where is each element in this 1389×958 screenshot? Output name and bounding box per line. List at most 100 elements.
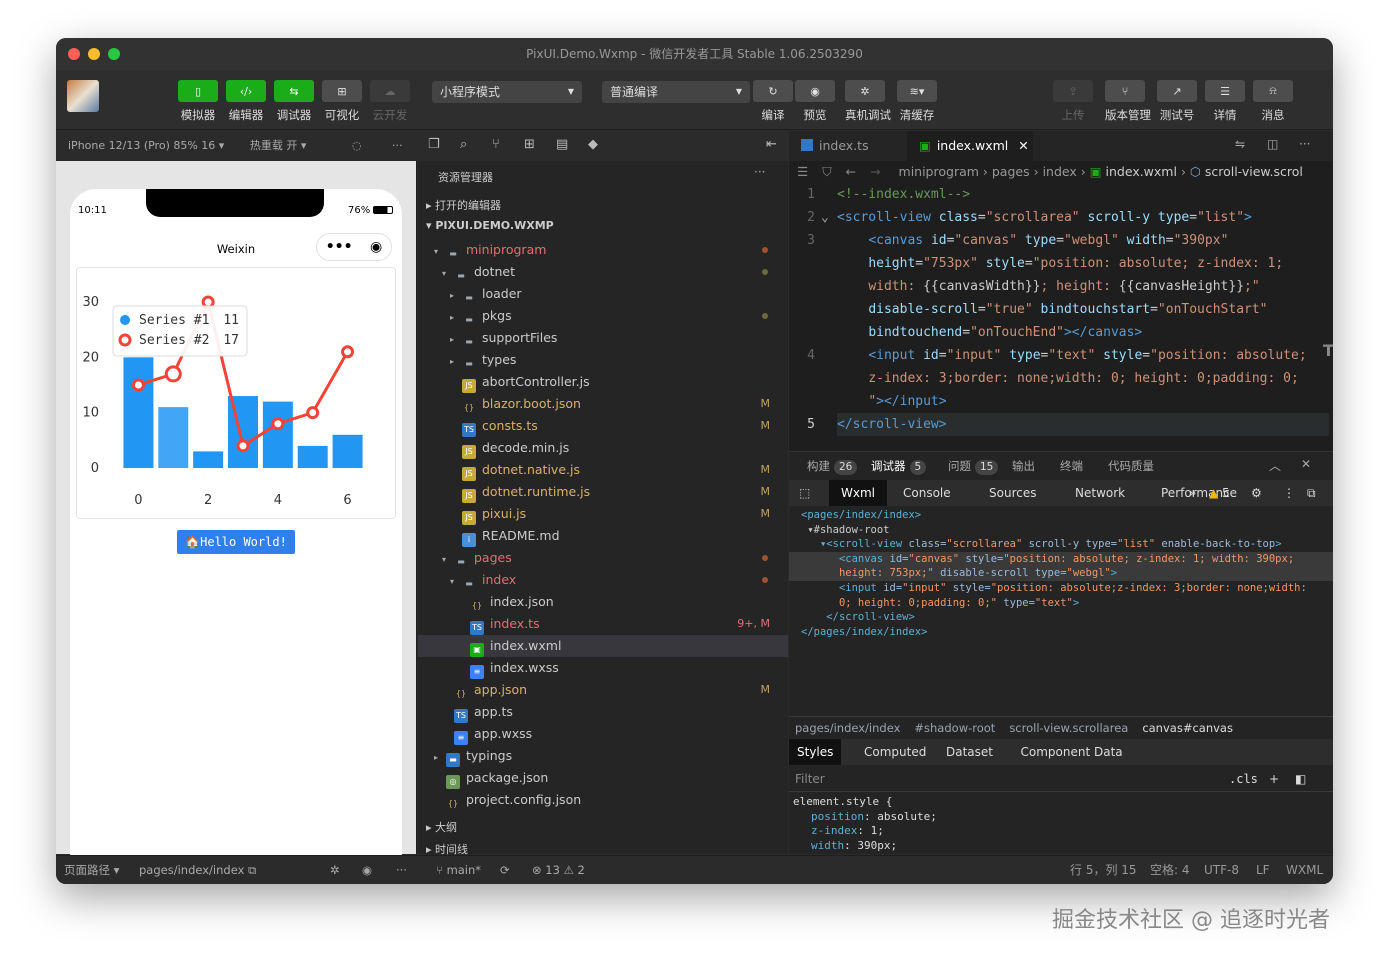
code-line[interactable]: "></input> [837, 390, 946, 413]
crumb-index[interactable]: index [1043, 164, 1077, 179]
hot-reload-toggle[interactable]: 热重载 开 ▾ [250, 139, 307, 152]
panel-tab[interactable]: 问题 15 [948, 452, 999, 480]
fold-icon[interactable]: ⌄ [821, 206, 829, 229]
eol[interactable]: LF [1256, 856, 1270, 884]
panel-tab[interactable]: 输出 [1012, 452, 1035, 480]
more-icon[interactable]: ··· [754, 165, 765, 179]
extensions-icon[interactable]: ⊞ [524, 137, 535, 152]
test-account-button[interactable]: ↗ 测试号 [1157, 80, 1197, 123]
warning-count[interactable]: ▲ 5 [1209, 480, 1230, 506]
close-icon[interactable]: ✕ [1301, 457, 1311, 471]
chart[interactable]: 0 10 20 30 0 2 4 6 Series #1 11 Series #2 17 [77, 268, 397, 520]
dom-crumb[interactable]: scroll-view.scrollarea [1009, 721, 1128, 735]
cls-toggle[interactable]: .cls [1229, 766, 1258, 792]
indent-setting[interactable]: 空格: 4 [1150, 856, 1190, 884]
cloud-dev-button[interactable]: ☁ 云开发 [370, 80, 410, 123]
tree-item[interactable]: ◎ package.json [418, 767, 788, 789]
more-icon[interactable]: ··· [1299, 137, 1310, 151]
dock-icon[interactable]: ⧉ [1307, 480, 1316, 506]
tree-item[interactable]: {} blazor.boot.json M [418, 393, 788, 415]
dom-node[interactable]: </scroll-view> [789, 610, 1333, 625]
tree-item[interactable]: {} app.json M [418, 679, 788, 701]
encoding[interactable]: UTF-8 [1204, 856, 1239, 884]
style-rule[interactable]: position: absolute; [789, 810, 1333, 825]
preview-button[interactable]: ◉ 预览 [795, 80, 835, 123]
tree-item[interactable]: ▾ ▬ index [418, 569, 788, 591]
visual-button[interactable]: ⊞ 可视化 [322, 80, 362, 123]
save-icon[interactable]: ▤ [556, 137, 568, 152]
language-mode[interactable]: WXML [1286, 856, 1323, 884]
bug-icon[interactable]: ✲ [330, 856, 340, 884]
upload-button[interactable]: ⇪ 上传 [1053, 80, 1093, 123]
search-icon[interactable]: ⌕ [460, 137, 467, 152]
code-line[interactable]: z-index: 3;border: none;width: 0; height… [837, 367, 1298, 390]
more-icon[interactable]: ··· [392, 131, 403, 161]
device-select[interactable]: iPhone 12/13 (Pro) 85% 16 ▾ [68, 139, 224, 152]
tree-item[interactable]: ≡ index.wxss [418, 657, 788, 679]
tree-item[interactable]: {} project.config.json [418, 789, 788, 811]
files-icon[interactable]: ❐ [428, 137, 440, 152]
panel-tab[interactable]: 终端 [1060, 452, 1083, 480]
tree-item[interactable]: JS abortController.js [418, 371, 788, 393]
tab-index-ts[interactable]: index.ts [789, 131, 907, 161]
tree-item[interactable]: {} index.json [418, 591, 788, 613]
add-icon[interactable]: + [1269, 766, 1279, 792]
copy-icon[interactable]: ⧉ [248, 856, 256, 884]
styles-pane[interactable]: element.style {position: absolute; z-inde… [789, 795, 1333, 853]
style-rule[interactable]: z-index: 1; [789, 824, 1333, 839]
panel-tab[interactable]: 代码质量 [1108, 452, 1154, 480]
styles-tab[interactable]: Component Data [1013, 739, 1131, 765]
messages-button[interactable]: ⍾ 消息 [1253, 80, 1293, 123]
compare-icon[interactable]: ⇋ [1235, 137, 1245, 151]
tree-item[interactable]: ▸ ▬ typings [418, 745, 788, 767]
tree-item[interactable]: ▸ ▬ pkgs [418, 305, 788, 327]
devtools-tab[interactable]: Console [891, 480, 963, 506]
code-line[interactable]: <canvas id="canvas" type="webgl" width="… [837, 229, 1228, 252]
dom-node[interactable]: <pages/index/index> [789, 508, 1333, 523]
styles-tab[interactable]: Dataset [938, 739, 1001, 765]
tree-item[interactable]: ▸ ▬ loader [418, 283, 788, 305]
tree-item[interactable]: JS pixui.js M [418, 503, 788, 525]
details-button[interactable]: ☰ 详情 [1205, 80, 1245, 123]
code-line[interactable]: <input id="input" type="text" style="pos… [837, 344, 1306, 367]
tree-item[interactable]: ▸ ▬ supportFiles [418, 327, 788, 349]
code-line[interactable]: <!--index.wxml--> [837, 183, 970, 206]
code-line[interactable]: height="753px" style="position: absolute… [837, 252, 1283, 275]
code-line[interactable]: disable-scroll="true" bindtouchstart="on… [837, 298, 1267, 321]
dom-node[interactable]: ▾<scroll-view class="scrollarea" scroll-… [789, 537, 1333, 552]
open-editors-section[interactable]: ▸ 打开的编辑器 [426, 197, 501, 213]
styles-tab[interactable]: Computed [856, 739, 934, 765]
tree-item[interactable]: TS app.ts [418, 701, 788, 723]
tree-item[interactable]: ▾ ▬ dotnet [418, 261, 788, 283]
avatar[interactable] [67, 80, 99, 112]
more-icon[interactable]: ⋮ [1283, 480, 1295, 506]
tree-item[interactable]: ▾ ▬ pages [418, 547, 788, 569]
code-line[interactable]: <scroll-view class="scrollarea" scroll-y… [821, 206, 1252, 229]
style-rule[interactable]: element.style { [789, 795, 1333, 810]
simulator-button[interactable]: ▯ 模拟器 [178, 80, 218, 123]
devtools-tab[interactable]: Network [1063, 480, 1137, 506]
git-icon[interactable]: ⑂ [492, 137, 500, 152]
tab-index-wxml[interactable]: ▣ index.wxml ✕ [907, 131, 1033, 161]
dom-node[interactable]: <canvas id="canvas" style="position: abs… [789, 551, 1333, 567]
tree-item[interactable]: ▣ index.wxml [418, 635, 788, 657]
dom-node[interactable]: ▾#shadow-root [789, 523, 1333, 538]
problems-count[interactable]: ⊗ 13 ⚠ 2 [532, 856, 585, 884]
gear-icon[interactable]: ⚙ [1251, 480, 1262, 506]
chevron-up-icon[interactable]: ︿ [1269, 457, 1281, 474]
debugger-button[interactable]: ⇆ 调试器 [274, 80, 314, 123]
close-icon[interactable]: ✕ [1018, 138, 1028, 153]
back-icon[interactable]: ← [846, 164, 856, 179]
dom-crumb[interactable]: canvas#canvas [1142, 721, 1233, 735]
clear-cache-button[interactable]: ≋▾ 清缓存 [897, 80, 937, 123]
dom-node[interactable]: <input id="input" style="position: absol… [789, 581, 1333, 596]
tree-item[interactable]: JS dotnet.runtime.js M [418, 481, 788, 503]
tree-item[interactable]: ▸ ▬ types [418, 349, 788, 371]
compile-button[interactable]: ↻ 编译 [753, 80, 793, 123]
code-line[interactable]: width: {{canvasWidth}}; height: {{canvas… [837, 275, 1259, 298]
rotate-icon[interactable]: ◌ [352, 131, 362, 161]
dom-node[interactable]: </pages/index/index> [789, 625, 1333, 640]
eye-icon[interactable]: ◉ [362, 856, 372, 884]
target-icon[interactable]: ◉ [370, 239, 382, 255]
crumb-miniprogram[interactable]: miniprogram [899, 164, 979, 179]
